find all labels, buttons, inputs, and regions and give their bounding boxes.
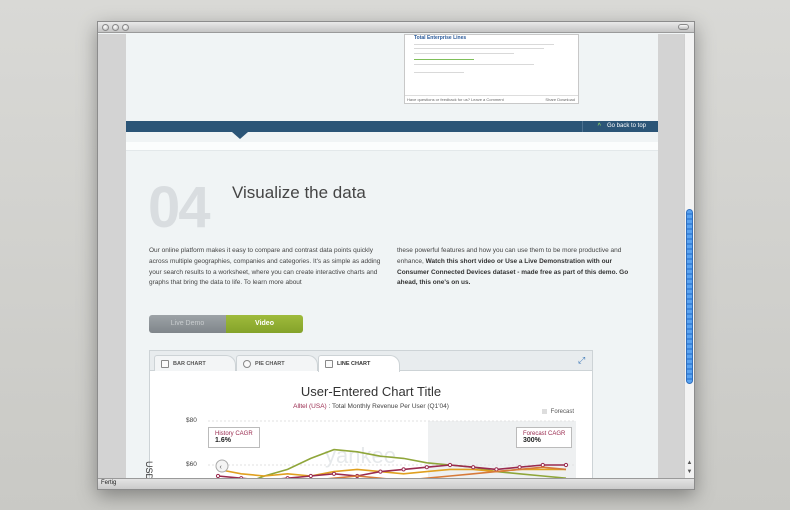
scrollbar-thumb[interactable] xyxy=(686,209,693,384)
demo-toggle: Live Demo Video xyxy=(149,315,303,333)
go-back-to-top-link[interactable]: ^ Go back to top xyxy=(582,121,658,132)
vertical-scrollbar[interactable]: ▲ ▼ xyxy=(684,34,694,479)
section-divider-banner: ^ Go back to top xyxy=(126,121,658,132)
thumbnail-text-line xyxy=(414,72,464,73)
thumbnail-footer-left: Have questions or feedback for us? Leave… xyxy=(407,97,504,102)
thumbnail-footer-right[interactable]: Share Download xyxy=(545,97,575,102)
minimize-window-button[interactable] xyxy=(112,24,119,31)
thumbnail-text-line xyxy=(414,53,514,54)
worksheet-thumbnail: Total Enterprise Lines Have questions or… xyxy=(404,34,579,104)
banner-notch xyxy=(232,132,248,139)
page-content: Total Enterprise Lines Have questions or… xyxy=(126,34,658,479)
series-point xyxy=(471,465,476,470)
go-back-to-top-label: Go back to top xyxy=(606,123,646,129)
history-cagr-callout: History CAGR 1.6% xyxy=(208,427,260,448)
series-point xyxy=(401,467,406,472)
thumbnail-text-line xyxy=(414,64,534,65)
series-point xyxy=(447,462,453,468)
line-chart: yankee‹ xyxy=(208,420,576,479)
zoom-window-button[interactable] xyxy=(122,24,129,31)
status-text: Fertig xyxy=(101,480,117,486)
forecast-cagr-callout: Forecast CAGR 300% xyxy=(516,427,573,448)
page-viewport: Total Enterprise Lines Have questions or… xyxy=(98,34,686,479)
series-point xyxy=(378,469,383,474)
section-text-left: Our online platform makes it easy to com… xyxy=(149,247,381,287)
section-title: Visualize the data xyxy=(232,183,366,202)
demo-link-text[interactable]: Watch this short video or Use a Live Dem… xyxy=(397,258,628,287)
series-point xyxy=(424,465,429,470)
status-bar: Fertig xyxy=(98,478,694,489)
thumbnail-footer: Have questions or feedback for us? Leave… xyxy=(405,95,578,103)
series-point xyxy=(563,462,569,468)
thumbnail-text-line xyxy=(414,48,544,49)
chart-scroll-left-button[interactable] xyxy=(215,459,229,473)
video-button[interactable]: Video xyxy=(226,315,303,333)
title-bar xyxy=(98,22,694,33)
browser-window: Total Enterprise Lines Have questions or… xyxy=(97,21,695,490)
thumbnail-title: Total Enterprise Lines xyxy=(414,35,467,41)
step-number: 04 xyxy=(148,175,210,240)
live-demo-button[interactable]: Live Demo xyxy=(149,315,226,333)
history-cagr-value: 1.6% xyxy=(215,437,231,444)
series-point xyxy=(494,467,499,472)
thumbnail-text-line xyxy=(414,44,554,45)
scroll-down-arrow[interactable]: ▼ xyxy=(686,469,693,476)
divider-strip xyxy=(126,142,658,151)
close-window-button[interactable] xyxy=(102,24,109,31)
scroll-up-arrow[interactable]: ▲ xyxy=(686,460,693,467)
series-point xyxy=(540,462,545,468)
thumbnail-value-line xyxy=(414,59,474,60)
chart-watermark: yankee xyxy=(325,443,396,468)
section-text-right: these powerful features and how you can … xyxy=(397,246,635,289)
series-point xyxy=(517,465,522,470)
toolbar-toggle-button[interactable] xyxy=(678,24,689,30)
forecast-cagr-value: 300% xyxy=(523,437,541,444)
chart-panel: BAR CHART PIE CHART LINE CHART ⤢ User-En… xyxy=(144,350,593,479)
series-point xyxy=(331,471,337,476)
chevron-up-icon: ^ xyxy=(597,123,601,129)
